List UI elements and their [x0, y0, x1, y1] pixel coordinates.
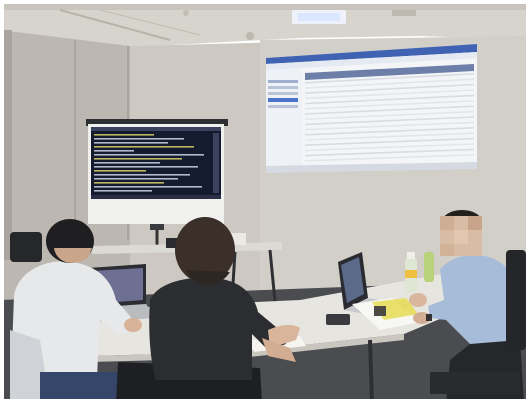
terminal-line — [94, 150, 134, 152]
terminal-line — [94, 166, 198, 168]
terminal-line — [94, 190, 152, 192]
ceiling-light — [292, 10, 346, 24]
terminal-line — [94, 134, 154, 136]
terminal-line — [94, 146, 194, 148]
chair-left — [10, 232, 42, 262]
terminal-line — [94, 158, 182, 160]
terminal-line — [94, 178, 178, 180]
terminal-line — [94, 142, 168, 144]
green-tea-bottle — [424, 252, 434, 282]
projection-sidebar — [266, 68, 302, 171]
terminal-line — [94, 162, 160, 164]
terminal-line — [94, 186, 202, 188]
terminal-line — [94, 138, 184, 140]
photo-canvas — [0, 0, 530, 403]
table-device — [326, 314, 350, 325]
meeting-room-photo — [0, 0, 530, 403]
wall-projection — [266, 44, 477, 173]
terminal-line — [94, 182, 164, 184]
terminal-line — [94, 174, 190, 176]
terminal-line — [94, 154, 204, 156]
terminal-line — [94, 170, 146, 172]
